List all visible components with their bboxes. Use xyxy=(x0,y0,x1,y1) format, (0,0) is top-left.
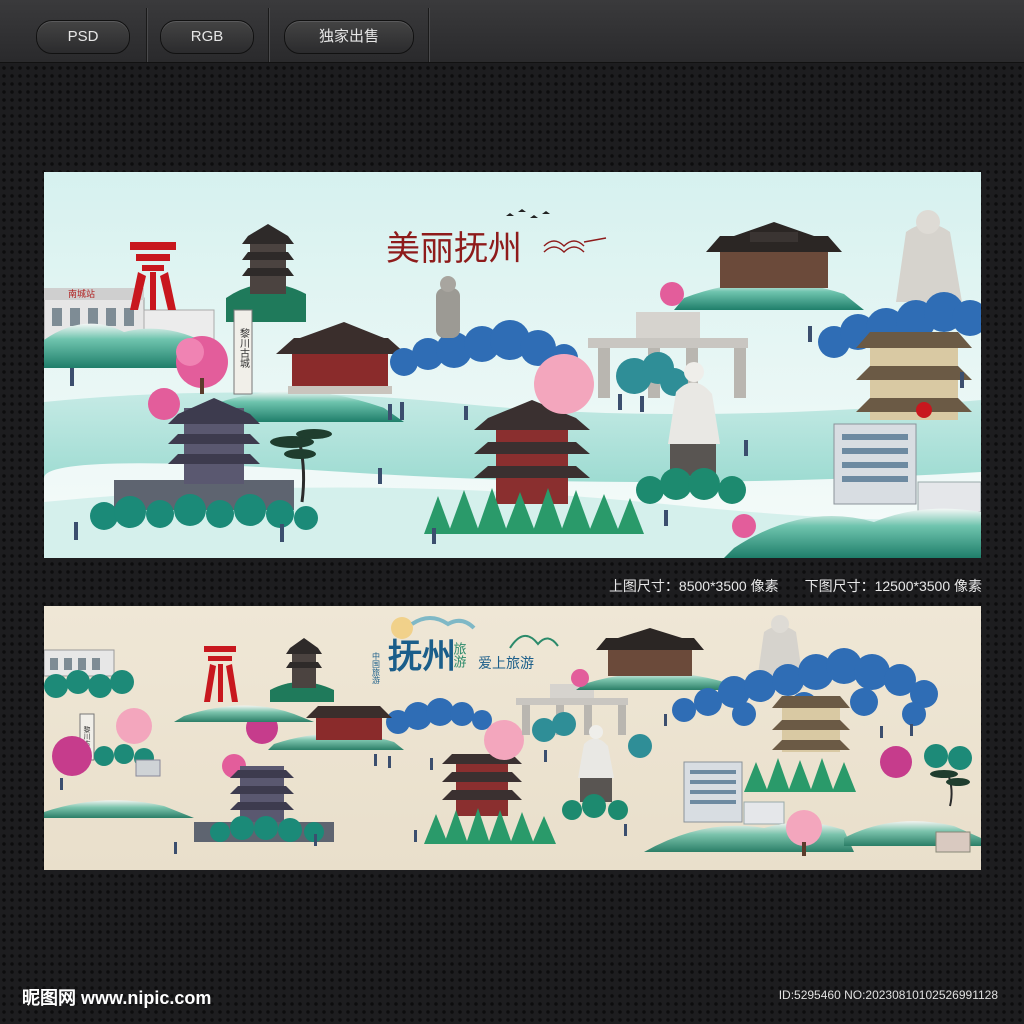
tag-psd[interactable]: PSD xyxy=(36,20,130,54)
toolbar-divider xyxy=(268,8,269,62)
pavilion-right xyxy=(856,332,972,420)
tag-rgb[interactable]: RGB xyxy=(160,20,254,54)
poster-preview-bottom[interactable]: 黎川古城 中国旅游 抚州 旅游 爱上旅游 xyxy=(44,606,981,870)
site-watermark-logo[interactable]: 昵图网 www.nipic.com xyxy=(22,984,211,1010)
size-caption: 上图尺寸：8500*3500 像素 下图尺寸：12500*3500 像素 xyxy=(520,576,982,596)
poster-bottom-subtitle: 爱上旅游 xyxy=(478,656,534,672)
poster-bottom-badge: 中国旅游 xyxy=(372,651,381,685)
station-sign: 南城站 xyxy=(68,288,95,300)
poster-bottom-illustration: 黎川古城 中国旅游 抚州 旅游 爱上旅游 xyxy=(44,606,981,870)
toolbar-divider xyxy=(428,8,429,62)
poster-bottom-title: 抚州 xyxy=(388,637,456,677)
poster-preview-top[interactable]: 南城站 黎川古城 美丽抚州 xyxy=(44,172,981,558)
top-toolbar: PSD RGB 独家出售 xyxy=(0,0,1024,63)
bottom-size-text: 下图尺寸：12500*3500 像素 xyxy=(804,578,982,594)
poster-top-illustration: 南城站 黎川古城 美丽抚州 xyxy=(44,172,981,558)
poster-top-title: 美丽抚州 xyxy=(386,229,522,269)
poster-bottom-side-title: 旅游 xyxy=(451,642,467,668)
image-id-text: ID:5295460 NO:20230810102526991128 xyxy=(778,988,998,1002)
statue-centre xyxy=(436,288,460,338)
gate-plaque: 黎川古城 xyxy=(238,327,250,369)
top-size-text: 上图尺寸：8500*3500 像素 xyxy=(608,578,779,594)
toolbar-divider xyxy=(146,8,147,62)
tag-exclusive[interactable]: 独家出售 xyxy=(284,20,414,54)
